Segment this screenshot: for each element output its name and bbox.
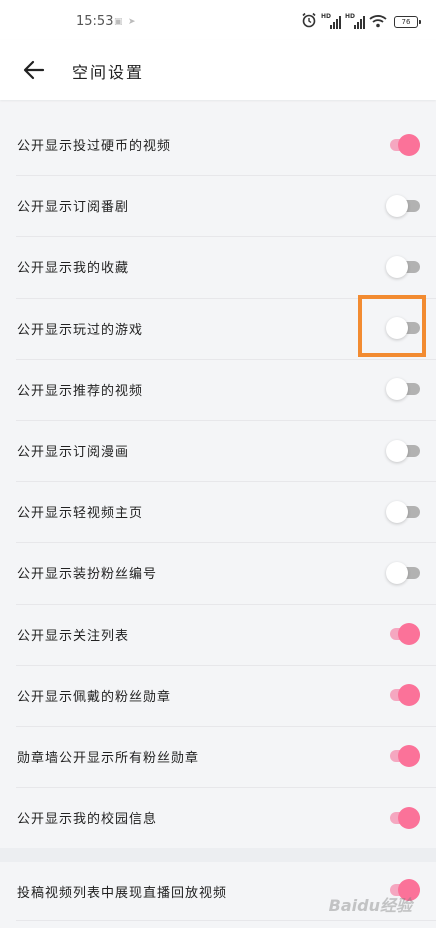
toggle-switch[interactable] <box>386 806 420 829</box>
signal-icon-2: HD <box>345 13 365 29</box>
send-icon: ➤ <box>128 17 136 27</box>
setting-label: 公开显示推荐的视频 <box>17 383 144 399</box>
status-bar: 15:53 ▣ ➤ HD HD 76 <box>0 0 436 40</box>
page-title: 空间设置 <box>72 63 145 82</box>
signal-icon: HD <box>321 13 341 29</box>
setting-row[interactable]: 公开显示我的校园信息 <box>0 787 436 848</box>
watermark-logo: Baidu经验 <box>328 896 412 915</box>
back-button[interactable] <box>18 54 50 86</box>
toggle-switch[interactable] <box>386 255 420 278</box>
toggle-switch[interactable] <box>386 133 420 156</box>
toggle-switch[interactable] <box>386 561 420 584</box>
setting-label: 公开显示订阅番剧 <box>17 200 130 216</box>
setting-label: 公开显示装扮粉丝编号 <box>17 567 158 583</box>
setting-label: 公开显示关注列表 <box>17 628 130 644</box>
toggle-switch[interactable] <box>386 623 420 646</box>
toggle-switch[interactable] <box>386 500 420 523</box>
toggle-switch[interactable] <box>386 378 420 401</box>
status-time: 15:53 <box>76 14 114 29</box>
status-icons: HD HD 76 <box>301 12 421 32</box>
toggle-switch[interactable] <box>386 194 420 217</box>
setting-row[interactable]: 公开显示我的收藏 <box>0 236 436 297</box>
highlight-box <box>358 295 426 357</box>
nav-bar: 空间设置 <box>0 40 436 100</box>
setting-label: 公开显示我的校园信息 <box>17 812 158 828</box>
setting-row[interactable]: 公开显示装扮粉丝编号 <box>0 542 436 603</box>
setting-row[interactable]: 公开显示关注列表 <box>0 603 436 665</box>
setting-label: 公开显示玩过的游戏 <box>17 322 144 338</box>
toggle-switch[interactable] <box>386 439 420 462</box>
setting-label: 公开显示我的收藏 <box>17 261 130 277</box>
battery-icon: 76 <box>394 16 421 28</box>
setting-row[interactable]: 公开显示订阅番剧 <box>0 175 436 236</box>
back-arrow-icon <box>23 60 45 80</box>
setting-row[interactable]: 公开显示佩戴的粉丝勋章 <box>0 664 436 726</box>
setting-label: 公开显示投过硬币的视频 <box>17 139 172 155</box>
settings-list: 公开显示投过硬币的视频 公开显示订阅番剧 公开显示我的收藏 公开显示玩过的游戏 公开显示… <box>0 114 436 849</box>
setting-label: 公开显示轻视频主页 <box>17 506 144 522</box>
wifi-icon <box>369 13 387 32</box>
section-divider <box>0 848 436 862</box>
setting-row[interactable]: 公开显示订阅漫画 <box>0 419 436 481</box>
setting-row[interactable]: 公开显示推荐的视频 <box>0 358 436 420</box>
setting-label: 公开显示佩戴的粉丝勋章 <box>17 689 172 705</box>
alarm-icon <box>301 12 317 32</box>
setting-row[interactable]: 公开显示投过硬币的视频 <box>0 114 436 175</box>
setting-label: 公开显示订阅漫画 <box>17 445 130 461</box>
battery-level: 76 <box>401 18 411 26</box>
setting-row[interactable]: 公开显示轻视频主页 <box>0 481 436 542</box>
setting-label: 勋章墙公开显示所有粉丝勋章 <box>17 750 200 766</box>
setting-row[interactable]: 勋章墙公开显示所有粉丝勋章 <box>0 725 436 787</box>
toggle-switch[interactable] <box>386 684 420 707</box>
divider <box>16 920 436 921</box>
signal-label: HD <box>321 13 332 20</box>
notification-icon: ▣ <box>114 17 123 27</box>
setting-label: 投稿视频列表中展现直播回放视频 <box>17 886 228 901</box>
signal-label-2: HD <box>345 13 356 20</box>
toggle-switch[interactable] <box>386 745 420 768</box>
